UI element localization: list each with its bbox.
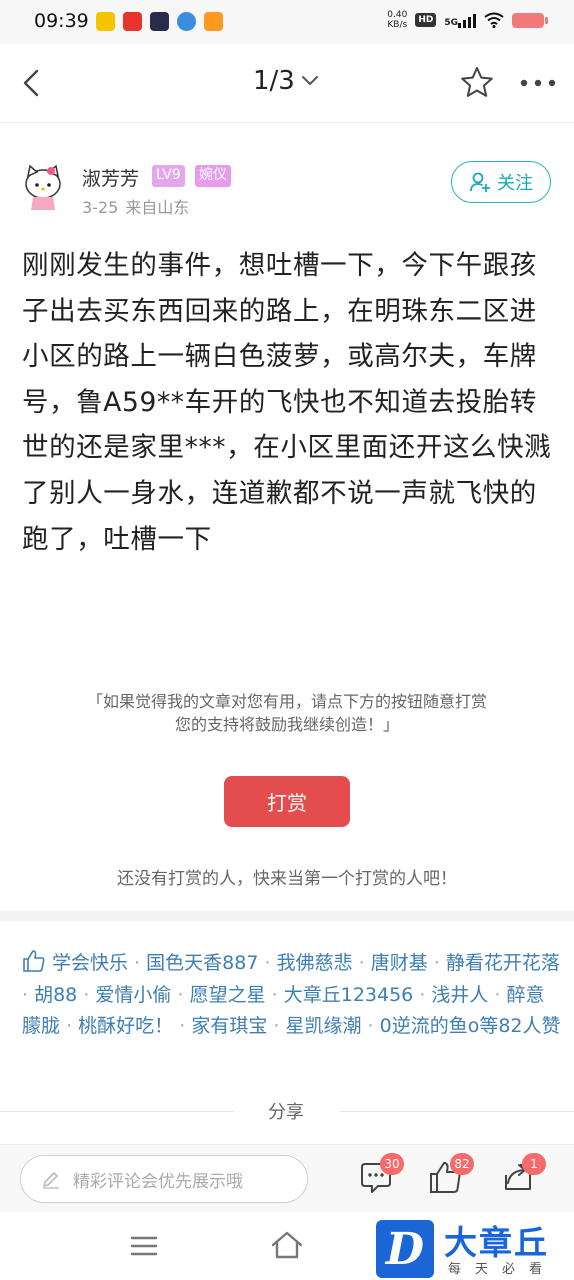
more-icon[interactable] [516, 64, 560, 102]
like-user[interactable]: 国色天香887 [146, 952, 258, 974]
app-icon-orange [204, 12, 223, 31]
menu-icon[interactable] [130, 1234, 158, 1258]
title-badge: 婉仪 [195, 165, 231, 187]
section-divider [0, 911, 574, 921]
status-indicators: 0.40 KB/s HD 5G [387, 10, 548, 30]
page-indicator: 1/3 [253, 66, 295, 96]
post-meta: 3-25 来自山东 [82, 194, 189, 218]
status-time: 09:39 [34, 10, 89, 32]
author-name[interactable]: 淑芳芳 [82, 164, 139, 191]
avatar[interactable] [21, 164, 65, 212]
signal-label: 5G [444, 18, 458, 28]
thumbs-up-icon [23, 950, 45, 972]
author-header: 淑芳芳 LV9 婉仪 3-25 来自山东 关注 [0, 150, 574, 230]
comment-count-badge: 30 [380, 1153, 404, 1175]
like-user[interactable]: 星凯缘潮 [285, 1015, 361, 1037]
back-icon[interactable] [14, 63, 54, 103]
hd-badge: HD [415, 13, 437, 27]
post-source: 来自山东 [125, 198, 190, 217]
divider-line [340, 1111, 574, 1112]
like-user[interactable]: 学会快乐 [52, 952, 128, 974]
watermark-title: 大章丘 [444, 1223, 549, 1262]
like-user[interactable]: 胡88 [34, 984, 77, 1006]
star-icon[interactable] [458, 64, 496, 102]
likes-list: 学会快乐 · 国色天香887 · 我佛慈悲 · 唐财基 · 静看花开花落 · 胡… [22, 948, 562, 1043]
like-user[interactable]: 桃酥好吃！ [78, 1015, 173, 1037]
wifi-icon [484, 12, 504, 28]
share-divider: 分享 [0, 1098, 574, 1124]
pencil-icon [43, 1172, 59, 1189]
bottom-action-bar: 精彩评论会优先展示哦 30 82 1 [0, 1144, 574, 1213]
app-icon-yellow [96, 12, 115, 31]
watermark-subtitle: 每天必看 [448, 1262, 557, 1277]
comment-input[interactable]: 精彩评论会优先展示哦 [20, 1155, 308, 1203]
chevron-down-icon [301, 76, 318, 86]
reward-empty-text: 还没有打赏的人，快来当第一个打赏的人吧！ [117, 869, 457, 889]
like-user[interactable]: 我佛慈悲 [277, 952, 353, 974]
likes-summary: 等82人赞 [479, 1015, 561, 1037]
like-count-badge: 82 [450, 1153, 474, 1175]
follow-label: 关注 [497, 173, 533, 194]
reward-prompt-line-1: 「如果觉得我的文章对您有用，请点下方的按钮随意打赏 [86, 692, 487, 711]
net-speed: 0.40 KB/s [387, 10, 407, 30]
page-switcher[interactable]: 1/3 [253, 66, 319, 96]
net-speed-unit: KB/s [387, 20, 408, 30]
battery-icon [512, 12, 548, 28]
nav-bar: 1/3 [0, 44, 574, 123]
like-user[interactable]: 大章丘123456 [284, 984, 414, 1006]
like-user[interactable]: 家有琪宝 [191, 1015, 267, 1037]
comment-button[interactable]: 30 [358, 1153, 404, 1199]
level-badge: LV9 [152, 165, 185, 187]
reward-prompt: 「如果觉得我的文章对您有用，请点下方的按钮随意打赏 您的支持将鼓励我继续创造！」 [0, 690, 574, 736]
like-user[interactable]: 0逆流的鱼o [380, 1015, 480, 1037]
share-button[interactable]: 1 [500, 1153, 546, 1199]
reward-button[interactable]: 打赏 [224, 776, 350, 827]
watermark-logo: D 大章丘 每天必看 [374, 1214, 574, 1280]
net-speed-value: 0.40 [387, 10, 408, 20]
post-date: 3-25 [82, 198, 119, 217]
like-user[interactable]: 静看花开花落 [446, 952, 560, 974]
post-body: 刚刚发生的事件，想吐槽一下，今下午跟孩子出去买东西回来的路上，在明珠东二区进小区… [22, 250, 552, 555]
add-user-icon [470, 172, 490, 192]
follow-button[interactable]: 关注 [451, 161, 551, 203]
divider-line [0, 1111, 234, 1112]
comment-placeholder: 精彩评论会优先展示哦 [73, 1171, 243, 1192]
like-button[interactable]: 82 [428, 1153, 474, 1199]
like-user[interactable]: 浅井人 [431, 984, 488, 1006]
share-label[interactable]: 分享 [268, 1098, 304, 1124]
app-icon-blue [177, 12, 196, 31]
like-user[interactable]: 唐财基 [371, 952, 428, 974]
watermark-letter: D [376, 1220, 434, 1278]
app-icon-dark [150, 12, 169, 31]
like-user[interactable]: 愿望之星 [190, 984, 266, 1006]
app-icon-red [123, 12, 142, 31]
status-app-icons [96, 12, 223, 31]
share-count-badge: 1 [522, 1153, 546, 1175]
signal-icon: 5G [444, 12, 476, 28]
home-icon[interactable] [270, 1230, 304, 1260]
reward-prompt-line-2: 您的支持将鼓励我继续创造！」 [174, 715, 399, 734]
status-bar: 09:39 0.40 KB/s HD 5G [0, 0, 574, 44]
like-user[interactable]: 爱情小偷 [95, 984, 171, 1006]
